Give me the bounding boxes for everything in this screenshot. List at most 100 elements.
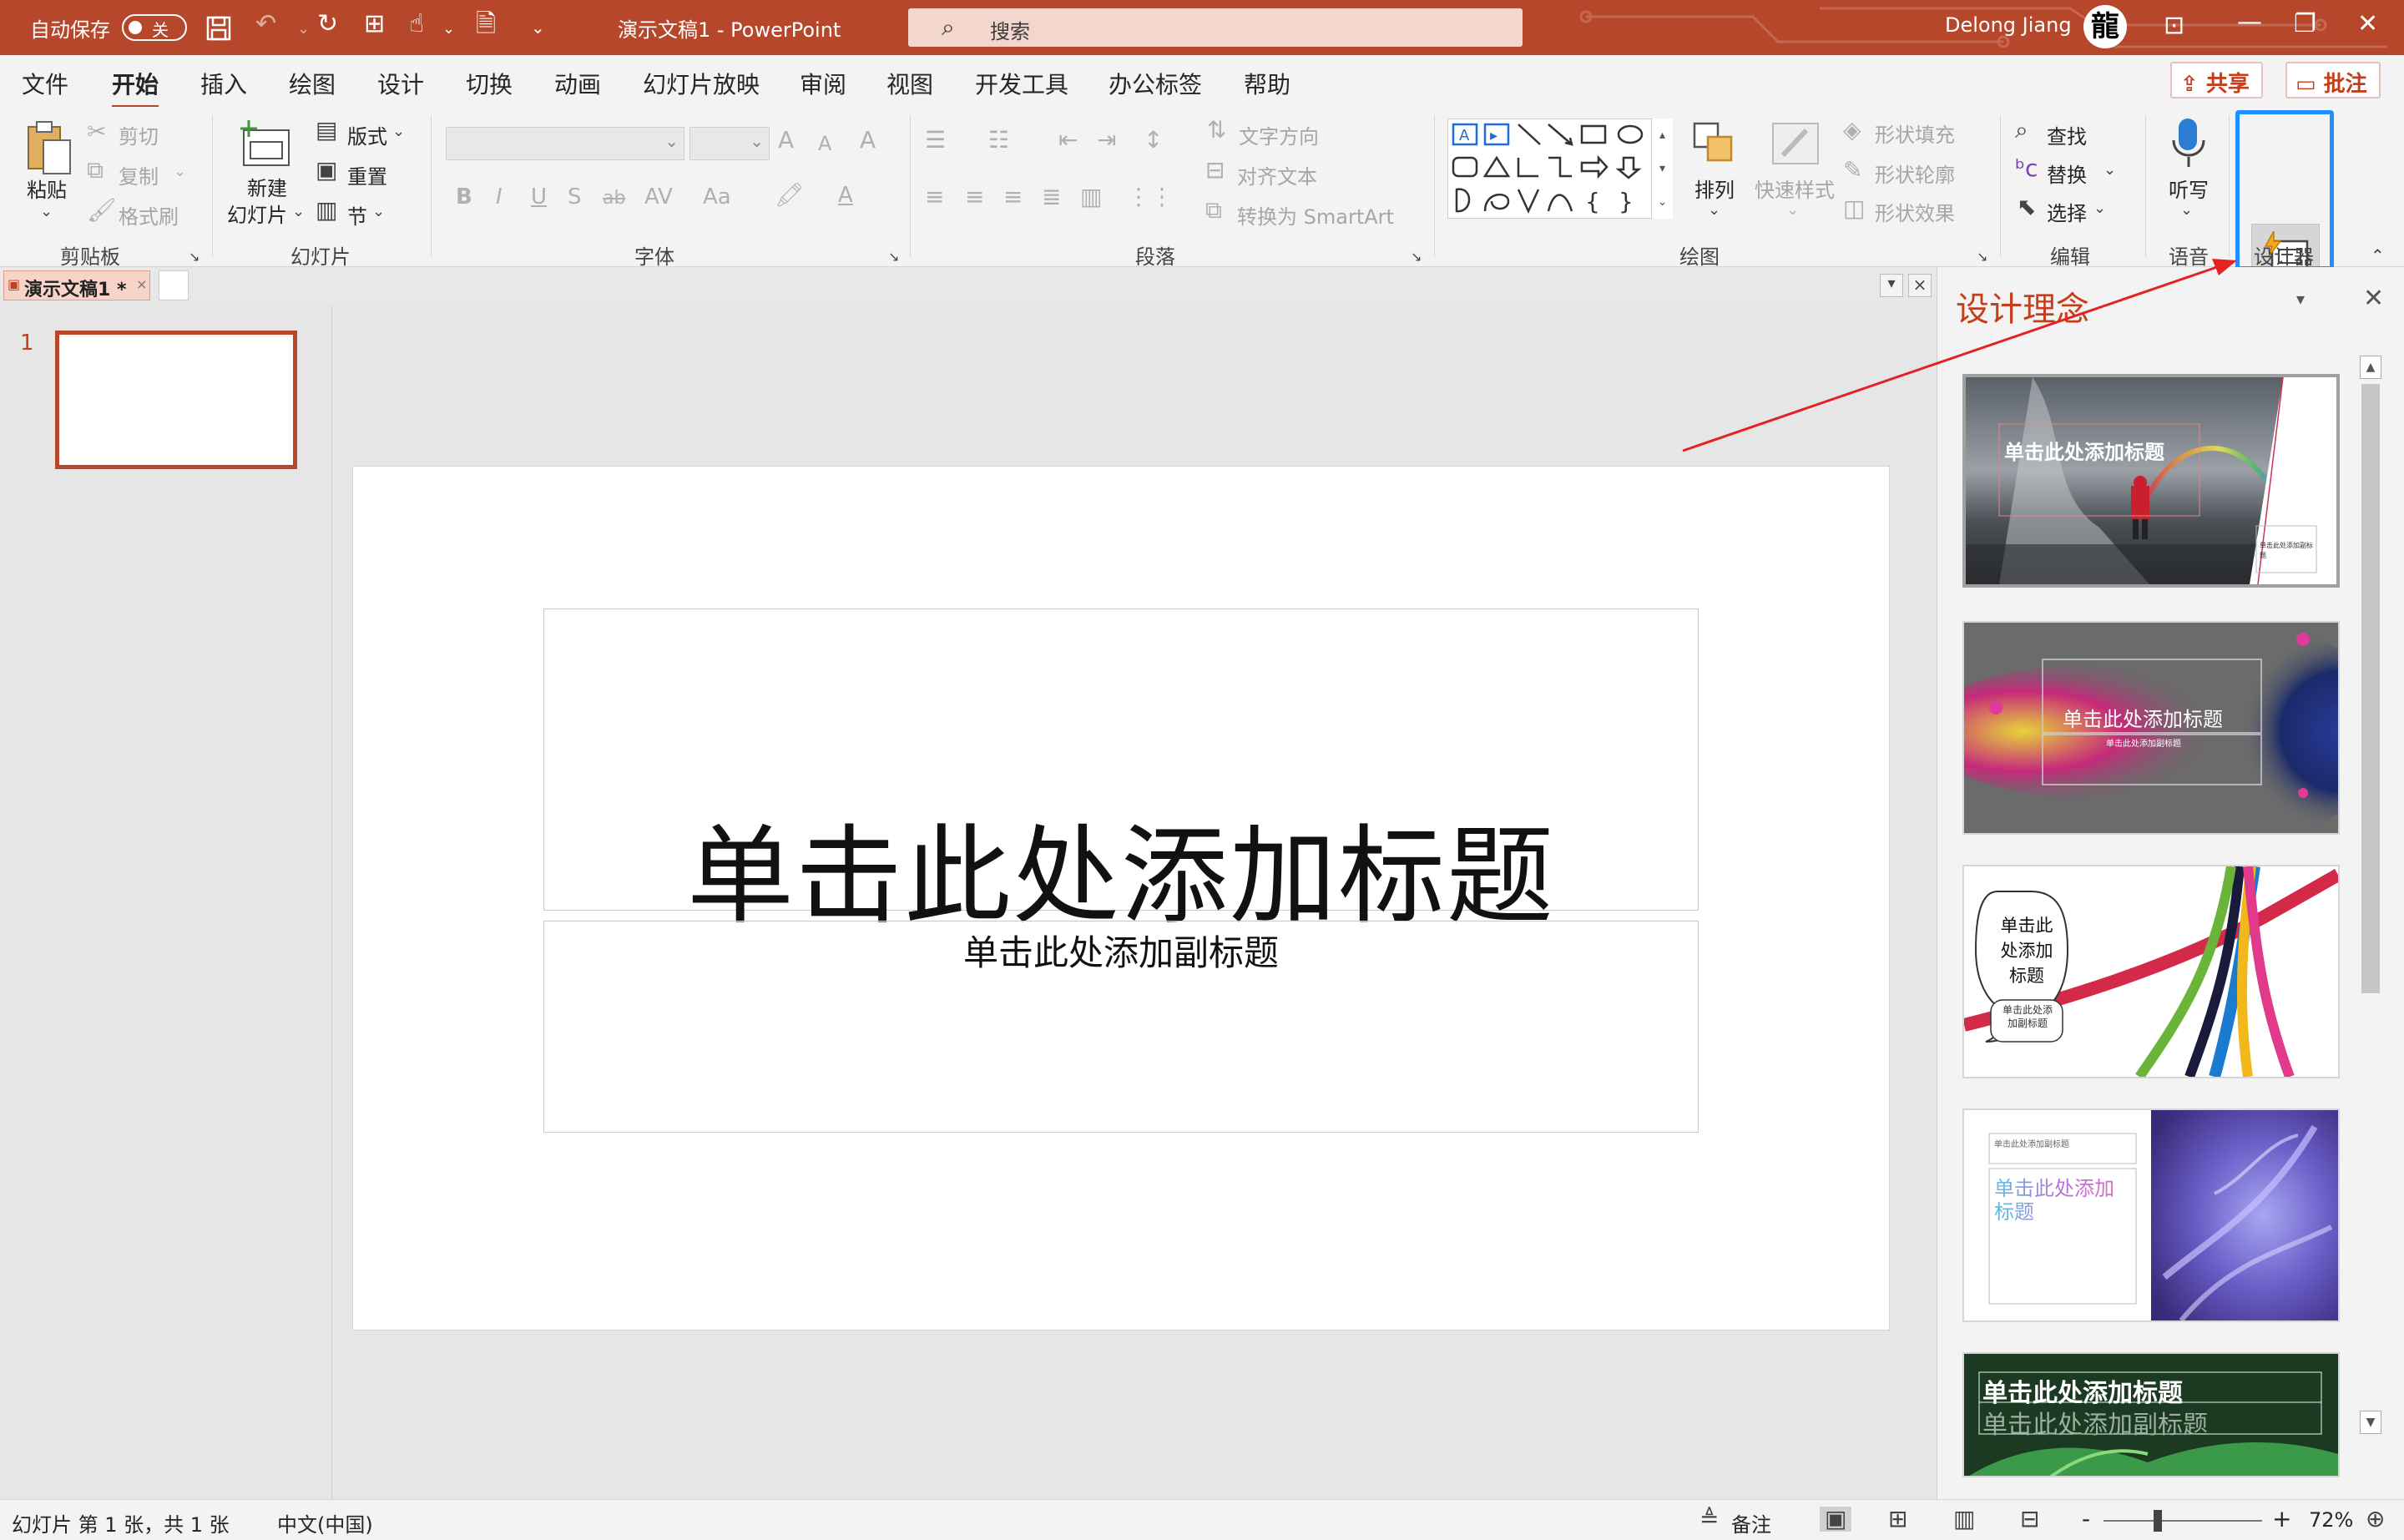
decrease-indent-icon[interactable]: ⇤ (1058, 129, 1078, 152)
fit-to-window-icon[interactable]: ⊕ (2366, 1507, 2385, 1532)
tab-design[interactable]: 设计 (377, 67, 424, 100)
highlight-icon[interactable]: 🖍 (775, 184, 805, 207)
char-spacing-icon[interactable]: AV (644, 185, 673, 209)
decrease-font-icon[interactable]: A (818, 132, 831, 155)
italic-button[interactable]: I (496, 185, 503, 209)
shape-outline-button[interactable]: 形状轮廓 (1875, 159, 1955, 188)
text-direction-button[interactable]: 文字方向 (1239, 120, 1319, 149)
restore-icon[interactable]: ❐ (2294, 12, 2316, 37)
tab-developer[interactable]: 开发工具 (975, 67, 1068, 100)
clipboard-launcher-icon[interactable]: ↘ (189, 245, 199, 269)
increase-indent-icon[interactable]: ⇥ (1097, 129, 1116, 152)
collapse-ribbon-icon[interactable]: ⌃ (2371, 244, 2385, 267)
zoom-slider-handle[interactable] (2154, 1510, 2162, 1532)
design-idea-card-2[interactable]: 单击此处添加标题 单击此处添加副标题 (1962, 621, 2340, 835)
tab-review[interactable]: 审阅 (800, 67, 846, 100)
pane-close-icon[interactable]: ✕ (2363, 284, 2384, 313)
redo-icon[interactable]: ↻ (317, 12, 338, 37)
design-idea-card-4[interactable]: 单击此处添加副标题 单击此处添加标题 (1962, 1108, 2340, 1322)
tab-file[interactable]: 文件 (22, 67, 68, 100)
replace-dropdown-icon[interactable]: ⌄ (2104, 159, 2116, 182)
new-tab-button[interactable] (159, 270, 189, 300)
font-color-icon[interactable]: A (838, 184, 853, 207)
tab-animations[interactable]: 动画 (554, 67, 601, 100)
design-pane-scrollbar[interactable]: ▲ ▼ (2356, 354, 2385, 1481)
align-text-button[interactable]: 对齐文本 (1237, 160, 1317, 189)
tab-close-all-icon[interactable]: × (1908, 274, 1932, 297)
tab-view[interactable]: 视图 (886, 67, 933, 100)
columns-icon[interactable]: ⋮⋮ (1127, 185, 1174, 209)
doc-tab-close-icon[interactable]: × (136, 276, 147, 292)
quick-styles-dropdown-icon[interactable]: ⌄ (1786, 199, 1799, 222)
strikethrough-button[interactable]: ab (603, 187, 625, 210)
zoom-slider[interactable] (2104, 1520, 2262, 1522)
user-name[interactable]: Delong Jiang (1945, 13, 2072, 37)
paste-button[interactable]: 粘贴 (27, 174, 67, 203)
shapes-gallery[interactable]: A ▸ {} (1447, 119, 1673, 219)
align-center-icon[interactable]: ≡ (965, 185, 984, 209)
normal-view-icon[interactable]: ▣ (1820, 1507, 1852, 1532)
arrange-dropdown-icon[interactable]: ⌄ (1708, 199, 1720, 222)
scroll-down-icon[interactable]: ▼ (2360, 1411, 2381, 1434)
paragraph-launcher-icon[interactable]: ↘ (1411, 245, 1422, 269)
present-from-start-icon[interactable]: ⊞ (364, 12, 385, 37)
shape-fill-button[interactable]: 形状填充 (1875, 119, 1955, 148)
new-slide-button[interactable]: 新建 (247, 172, 287, 201)
font-launcher-icon[interactable]: ↘ (888, 245, 899, 269)
line-spacing-icon[interactable]: ↕ (1144, 129, 1163, 152)
section-dropdown-icon[interactable]: ⌄ (372, 200, 385, 224)
save-icon[interactable] (205, 15, 232, 47)
slide-sorter-icon[interactable]: ⊞ (1888, 1507, 1907, 1532)
print-preview-icon[interactable]: 🗎 (476, 12, 496, 37)
slideshow-view-icon[interactable]: ⊟ (2020, 1507, 2039, 1532)
share-button[interactable]: ⇪ 共享 (2170, 62, 2263, 98)
shadow-button[interactable]: S (568, 185, 582, 209)
select-dropdown-icon[interactable]: ⌄ (2093, 197, 2106, 220)
increase-font-icon[interactable]: A (778, 129, 794, 152)
undo-dropdown-icon[interactable]: ⌄ (297, 17, 310, 42)
tab-home[interactable]: 开始 (112, 67, 159, 109)
copy-button[interactable]: 复制 (119, 160, 159, 189)
select-button[interactable]: 选择 (2047, 197, 2087, 226)
tab-office-tab[interactable]: 办公标签 (1109, 67, 1202, 100)
gallery-scroll[interactable]: ▴ ▾ ⌄ (1651, 119, 1673, 219)
zoom-level[interactable]: 72% (2309, 1508, 2353, 1532)
replace-button[interactable]: 替换 (2047, 159, 2087, 188)
search-box[interactable]: ⌕ 搜索 (908, 8, 1523, 47)
bold-button[interactable]: B (456, 185, 472, 209)
align-right-icon[interactable]: ≡ (1003, 185, 1023, 209)
change-case-icon[interactable]: Aa (703, 185, 731, 209)
design-idea-card-1[interactable]: 单击此处添加标题 单击此处添加副标题 (1962, 374, 2340, 588)
tab-help[interactable]: 帮助 (1244, 67, 1290, 100)
tab-draw[interactable]: 绘图 (289, 67, 336, 100)
design-idea-card-3[interactable]: 单击此 处添加 标题 单击此处添 加副标题 (1962, 865, 2340, 1078)
pane-options-icon[interactable]: ▾ (2296, 289, 2305, 309)
zoom-out-button[interactable]: - (2082, 1505, 2090, 1532)
design-idea-card-5[interactable]: 单击此处添加标题 单击此处添加副标题 (1962, 1352, 2340, 1477)
undo-icon[interactable]: ↶ (255, 12, 276, 37)
paste-dropdown-icon[interactable]: ⌄ (40, 200, 53, 224)
find-button[interactable]: 查找 (2047, 120, 2087, 149)
language-indicator[interactable]: 中文(中国) (277, 1508, 373, 1537)
close-icon[interactable]: ✕ (2357, 12, 2378, 37)
title-placeholder[interactable]: 单击此处添加标题 (543, 608, 1699, 939)
tab-insert[interactable]: 插入 (200, 67, 247, 100)
customize-toolbar-icon[interactable]: ⌄ (531, 15, 545, 40)
zoom-in-button[interactable]: + (2272, 1505, 2291, 1532)
align-left-icon[interactable]: ≡ (925, 185, 944, 209)
scroll-up-icon[interactable]: ▲ (2360, 356, 2381, 379)
font-size-combo[interactable] (689, 127, 770, 160)
clear-formatting-icon[interactable]: A (860, 129, 876, 152)
avatar[interactable]: 龍 (2083, 5, 2127, 48)
font-name-combo[interactable] (446, 127, 684, 160)
format-painter-button[interactable]: 格式刷 (119, 200, 179, 230)
touch-dropdown-icon[interactable]: ⌄ (442, 17, 455, 42)
notes-button[interactable]: 备注 (1731, 1508, 1771, 1537)
dictate-dropdown-icon[interactable]: ⌄ (2180, 199, 2193, 222)
distributed-icon[interactable]: ▥ (1080, 185, 1102, 209)
drawing-launcher-icon[interactable]: ↘ (1977, 245, 1987, 269)
autosave-toggle[interactable]: 关 (122, 14, 187, 41)
convert-smartart-button[interactable]: 转换为 SmartArt (1237, 200, 1394, 230)
tab-transitions[interactable]: 切换 (466, 67, 513, 100)
section-button[interactable]: 节 (347, 200, 367, 230)
